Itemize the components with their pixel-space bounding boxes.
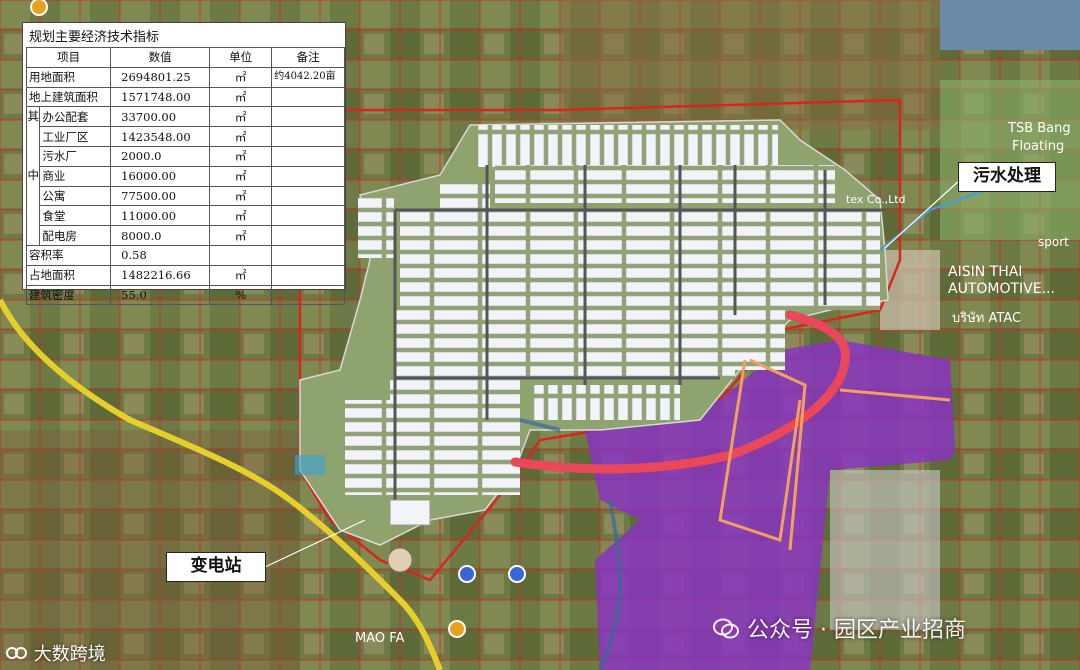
cell-note: 约4042.20亩 (271, 66, 345, 88)
table-header-row: 项目 数值 单位 备注 (25, 47, 345, 68)
wechat-icon (713, 618, 739, 639)
column-header: 备注 (271, 47, 345, 68)
cell-item: 食堂 (39, 205, 112, 227)
map-text-automotive: AUTOMOTIVE... (948, 281, 1055, 297)
cell-note (271, 106, 345, 128)
cell-unit (209, 244, 273, 266)
cell-unit: ㎡ (209, 225, 273, 246)
cell-unit: ㎡ (209, 86, 273, 108)
sewage-treatment-label: 污水处理 (958, 162, 1056, 192)
map-text-floating: Floating (1012, 139, 1064, 154)
cell-item: 用地面积 (25, 66, 112, 88)
cell-unit: ㎡ (209, 106, 273, 128)
table-row: 食堂 11000.00 ㎡ (27, 205, 345, 227)
cell-item: 占地面积 (25, 264, 112, 286)
table-row: 建筑密度 55.0 % (25, 284, 345, 306)
cell-note (271, 185, 345, 207)
column-header: 单位 (209, 47, 273, 68)
cell-item: 办公配套 (39, 106, 112, 128)
cell-value: 8000.0 (110, 225, 211, 246)
brand-logo-icon (6, 647, 27, 659)
table-row: 占地面积 1482216.66 ㎡ (25, 264, 345, 286)
table-row: 配电房 8000.0 ㎡ (27, 225, 345, 246)
cell-item: 工业厂区 (39, 126, 112, 147)
cell-value: 1482216.66 (110, 264, 211, 286)
cell-value: 1423548.00 (110, 126, 211, 147)
cell-unit: ㎡ (209, 145, 273, 167)
cell-note (271, 145, 345, 167)
cell-item: 配电房 (39, 225, 112, 246)
map-text-tex: tex Co.,Ltd (846, 193, 906, 206)
cell-note (271, 205, 345, 227)
map-text-atac: บริษัท ATAC (952, 311, 1021, 326)
cell-value: 1571748.00 (110, 86, 211, 108)
map-text-sport: sport (1038, 235, 1069, 249)
cell-note (271, 264, 345, 286)
cell-note (271, 165, 345, 187)
watermark-left-text: 大数跨境 (33, 644, 106, 665)
substation-label: 变电站 (166, 552, 266, 582)
cell-item: 污水厂 (39, 145, 112, 167)
cell-item: 公寓 (39, 185, 112, 207)
cell-unit: % (209, 284, 273, 306)
cell-note (271, 225, 345, 246)
cell-value: 2000.0 (110, 145, 211, 167)
cell-item: 容积率 (25, 244, 112, 266)
indicator-table-panel: 规划主要经济技术指标 项目 数值 单位 备注 用地面积 2694801.25 ㎡… (22, 22, 346, 306)
table-row: 污水厂 2000.0 ㎡ (27, 145, 345, 167)
cell-item: 建筑密度 (25, 284, 112, 306)
column-header: 数值 (110, 47, 211, 68)
watermark-right-text: 公众号 · 园区产业招商 (747, 618, 966, 643)
cell-value: 2694801.25 (110, 66, 211, 88)
indicator-table: 项目 数值 单位 备注 用地面积 2694801.25 ㎡ 约4042.20亩 … (25, 47, 345, 306)
cell-unit: ㎡ (209, 66, 273, 88)
table-row: 工业厂区 1423548.00 ㎡ (27, 126, 345, 147)
cell-unit: ㎡ (209, 126, 273, 147)
table-row: 中 商业 16000.00 ㎡ (25, 165, 345, 246)
cell-item: 商业 (39, 165, 112, 187)
cell-value: 33700.00 (110, 106, 211, 128)
map-text-mao: MAO FA (355, 631, 405, 646)
cell-value: 11000.00 (110, 205, 211, 227)
cell-value: 77500.00 (110, 185, 211, 207)
map-pin-icon[interactable] (448, 620, 466, 638)
watermark-left: 大数跨境 (6, 640, 106, 666)
table-row: 地上建筑面积 1571748.00 ㎡ (25, 86, 345, 108)
table-row: 容积率 0.58 (25, 244, 345, 266)
group-label: 中 (25, 166, 41, 246)
map-text-tsb: TSB Bang (1007, 121, 1071, 136)
table-title: 规划主要经济技术指标 (29, 30, 160, 45)
cell-note (271, 244, 345, 266)
cell-unit: ㎡ (209, 185, 273, 207)
cell-unit: ㎡ (209, 264, 273, 286)
cell-unit: ㎡ (209, 165, 273, 187)
cell-value: 55.0 (110, 284, 211, 306)
cell-note (271, 126, 345, 147)
cell-value: 0.58 (110, 244, 211, 266)
cell-note (271, 86, 345, 108)
cell-value: 16000.00 (110, 165, 211, 187)
cell-unit: ㎡ (209, 205, 273, 227)
table-row: 其 办公配套 33700.00 ㎡ (25, 106, 345, 167)
map-pin-icon[interactable] (458, 565, 476, 583)
watermark-right: 公众号 · 园区产业招商 (712, 612, 966, 644)
map-text-aisin: AISIN THAI (948, 264, 1022, 280)
table-row: 公寓 77500.00 ㎡ (27, 185, 345, 207)
table-row: 用地面积 2694801.25 ㎡ 约4042.20亩 (25, 66, 345, 88)
cell-item: 地上建筑面积 (25, 86, 112, 108)
cell-note (271, 284, 345, 306)
map-pin-icon[interactable] (508, 565, 526, 583)
column-header: 项目 (25, 47, 112, 68)
group-label: 其 (25, 106, 41, 167)
